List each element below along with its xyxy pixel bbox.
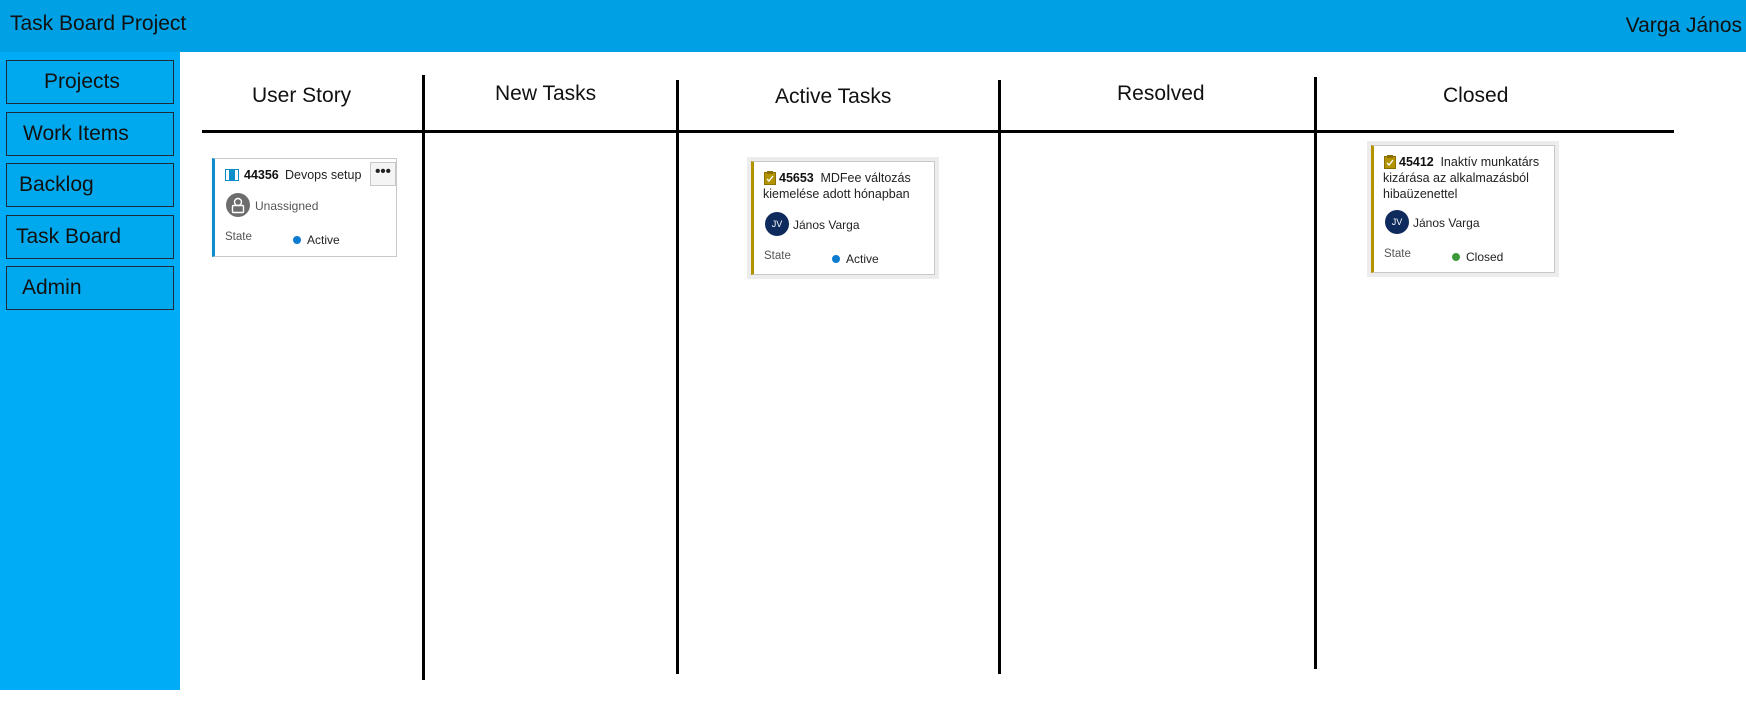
column-divider	[422, 75, 425, 680]
state-label: State	[1384, 248, 1411, 260]
nav-work-items-button[interactable]: Work Items	[6, 112, 174, 156]
work-item-id[interactable]: 44356	[244, 168, 279, 182]
state-value[interactable]: Active	[307, 233, 340, 247]
app-title: Task Board Project	[10, 12, 187, 35]
task-title-block[interactable]: 45653 MDFee változás kiemelése adott hón…	[763, 170, 929, 202]
book-icon	[225, 169, 239, 184]
state-dot-icon	[293, 236, 301, 244]
state-dot-icon	[832, 255, 840, 263]
nav-item-label: Projects	[44, 70, 120, 93]
nav-admin-button[interactable]: Admin	[6, 266, 174, 310]
task-card-active[interactable]: 45653 MDFee változás kiemelése adott hón…	[751, 161, 935, 275]
nav-item-label: Task Board	[16, 225, 122, 248]
work-item-id[interactable]: 45412	[1399, 155, 1434, 169]
user-name[interactable]: Varga János	[1626, 14, 1742, 38]
column-header-active-tasks: Active Tasks	[775, 85, 892, 108]
state-value[interactable]: Closed	[1466, 250, 1503, 264]
assignee-name[interactable]: János Varga	[793, 218, 860, 232]
work-item-id[interactable]: 45653	[779, 171, 814, 185]
nav-item-label: Backlog	[19, 173, 94, 196]
nav-item-label: Admin	[22, 276, 82, 299]
top-bar: Task Board Project Varga János	[0, 0, 1746, 52]
column-header-new-tasks: New Tasks	[495, 82, 597, 105]
avatar: JV	[765, 212, 789, 236]
state-label: State	[225, 231, 252, 243]
sidebar: Projects Work Items Backlog Task Board A…	[0, 52, 180, 690]
column-divider	[676, 80, 679, 674]
user-story-card[interactable]: 44356 Devops setup ••• Unassigned State …	[212, 158, 397, 257]
assignee-name[interactable]: Unassigned	[255, 199, 318, 213]
work-item-title[interactable]: Devops setup	[285, 168, 361, 182]
nav-item-label: Work Items	[23, 122, 129, 145]
nav-task-board-button[interactable]: Task Board	[6, 215, 174, 259]
column-header-resolved: Resolved	[1117, 82, 1205, 105]
nav-backlog-button[interactable]: Backlog	[6, 163, 174, 207]
state-dot-icon	[1452, 253, 1460, 261]
task-title-block[interactable]: 45412 Inaktív munkatárs kizárása az alka…	[1383, 154, 1549, 202]
avatar: JV	[1385, 210, 1409, 234]
task-card-closed[interactable]: 45412 Inaktív munkatárs kizárása az alka…	[1371, 145, 1555, 273]
column-header-closed: Closed	[1443, 84, 1509, 107]
column-divider	[998, 80, 1001, 674]
more-options-button[interactable]: •••	[370, 162, 396, 186]
assignee-name[interactable]: János Varga	[1413, 216, 1480, 230]
nav-projects-button[interactable]: Projects	[6, 60, 174, 104]
column-divider	[1314, 77, 1317, 669]
unassigned-avatar-icon	[226, 193, 250, 217]
column-header-user-story: User Story	[252, 84, 352, 107]
state-label: State	[764, 250, 791, 262]
state-value[interactable]: Active	[846, 252, 879, 266]
